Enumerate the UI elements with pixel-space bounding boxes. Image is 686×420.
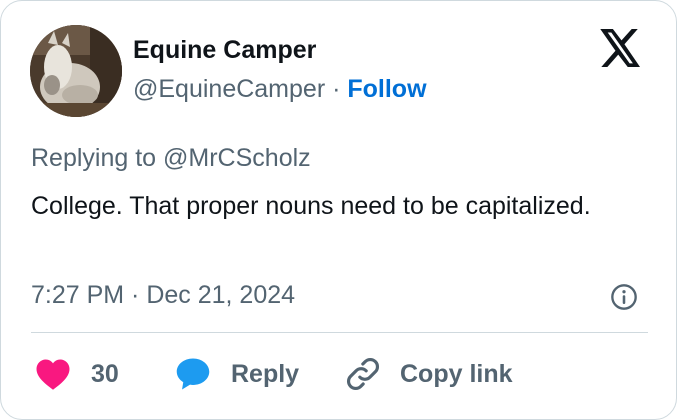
- heart-icon: [36, 359, 70, 390]
- copy-link-button[interactable]: Copy link: [344, 353, 513, 395]
- embedded-tweet-card[interactable]: Equine Camper @EquineCamper · Follow Rep…: [0, 0, 677, 420]
- replying-to-mention[interactable]: @MrCScholz: [163, 144, 311, 172]
- speech-bubble-icon: [176, 358, 210, 390]
- link-icon: [346, 357, 380, 391]
- author-name[interactable]: Equine Camper: [133, 36, 316, 65]
- info-icon[interactable]: [610, 283, 638, 311]
- replying-to-line: Replying to @MrCScholz: [31, 144, 311, 173]
- tweet-text: College. That proper nouns need to be ca…: [31, 192, 591, 220]
- reply-button[interactable]: Reply: [175, 353, 299, 395]
- follow-button[interactable]: Follow: [347, 75, 426, 103]
- divider: [31, 332, 648, 333]
- horse-avatar-image: [30, 25, 122, 117]
- tweet-timestamp[interactable]: 7:27 PM · Dec 21, 2024: [31, 281, 295, 310]
- author-avatar[interactable]: [30, 25, 122, 117]
- author-handle[interactable]: @EquineCamper: [133, 75, 325, 103]
- replying-to-prefix: Replying to: [31, 144, 164, 172]
- like-button[interactable]: 30: [35, 353, 119, 395]
- copy-link-label: Copy link: [400, 359, 513, 388]
- like-count: 30: [91, 359, 119, 388]
- author-handle-row: @EquineCamper · Follow: [133, 75, 427, 104]
- reply-label: Reply: [231, 359, 300, 388]
- x-logo-icon[interactable]: [600, 29, 642, 67]
- handle-separator: ·: [332, 75, 341, 103]
